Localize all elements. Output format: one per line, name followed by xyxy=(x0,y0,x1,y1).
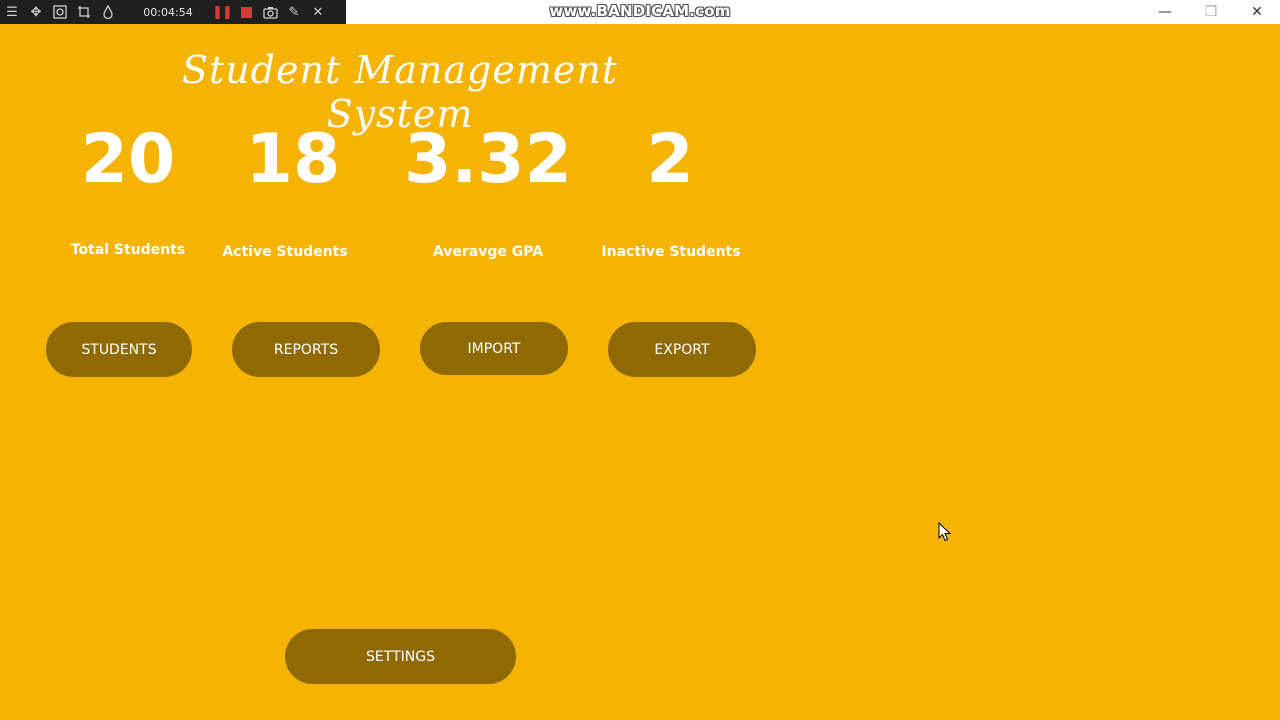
recorder-toolbar: ☰ ✥ 00:04:54 ❚❚ ✎ ✕ xyxy=(0,0,346,24)
minimize-icon: — xyxy=(1158,4,1172,20)
stat-inactive-students-value: 2 xyxy=(646,120,694,199)
settings-button[interactable]: SETTINGS xyxy=(285,629,516,684)
students-button[interactable]: STUDENTS xyxy=(46,322,192,377)
minimize-button[interactable]: — xyxy=(1142,0,1188,24)
stat-active-students-value: 18 xyxy=(245,120,341,199)
reports-button[interactable]: REPORTS xyxy=(232,322,380,377)
restore-button[interactable]: ❐ xyxy=(1188,0,1234,24)
crop-icon[interactable] xyxy=(72,0,96,24)
restore-icon: ❐ xyxy=(1204,4,1218,20)
resize-icon[interactable]: ✥ xyxy=(24,0,48,24)
close-button[interactable]: ✕ xyxy=(1234,0,1280,24)
camera-icon[interactable] xyxy=(258,0,282,24)
zoom-region-icon[interactable] xyxy=(48,0,72,24)
mouse-pointer-icon xyxy=(938,522,952,542)
pause-icon[interactable]: ❚❚ xyxy=(210,0,234,24)
export-button[interactable]: EXPORT xyxy=(608,322,756,377)
import-button[interactable]: IMPORT xyxy=(420,322,568,375)
menu-icon[interactable]: ☰ xyxy=(0,0,24,24)
stat-active-students-label: Active Students xyxy=(222,244,348,260)
stat-inactive-students-label: Inactive Students xyxy=(601,244,741,260)
window-controls: — ❐ ✕ xyxy=(1142,0,1280,24)
stop-icon[interactable] xyxy=(234,0,258,24)
close-icon[interactable]: ✕ xyxy=(306,0,330,24)
drop-icon[interactable] xyxy=(96,0,120,24)
recording-timer: 00:04:54 xyxy=(143,5,193,19)
pen-icon[interactable]: ✎ xyxy=(282,0,306,24)
close-icon: ✕ xyxy=(1251,4,1263,20)
